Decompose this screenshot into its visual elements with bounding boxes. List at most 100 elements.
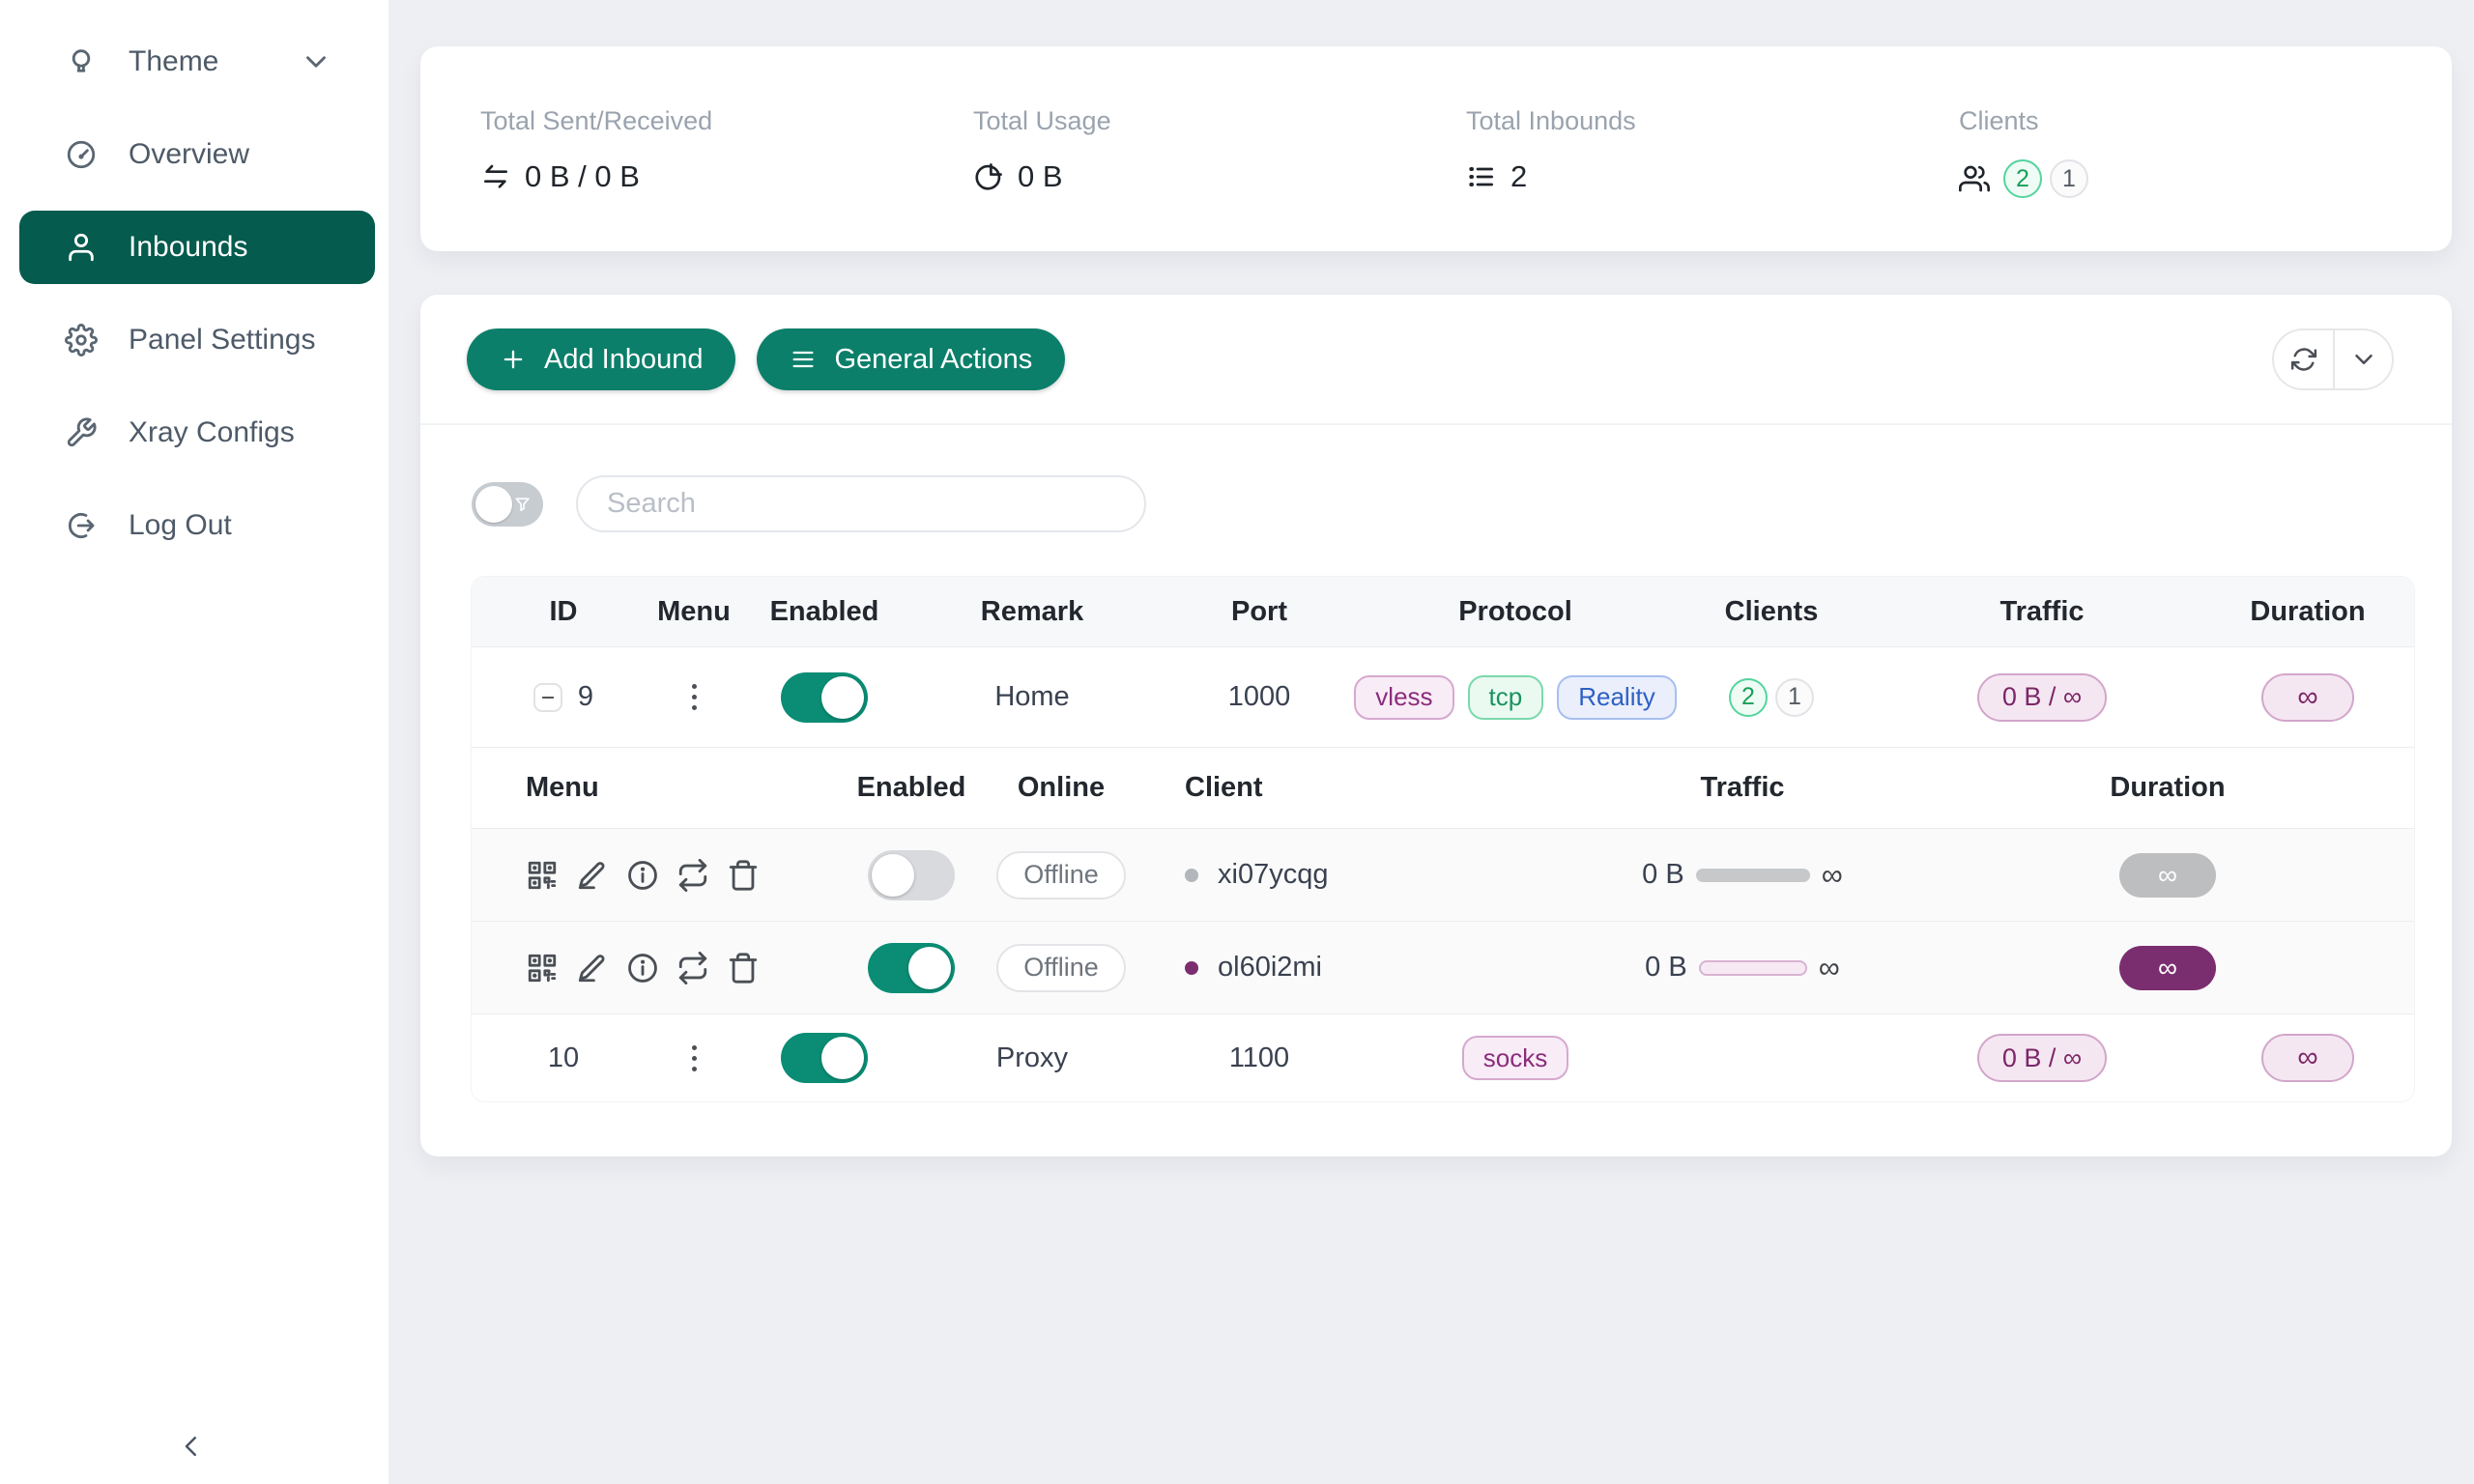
row-menu-button[interactable] — [686, 1040, 703, 1077]
collapse-row-button[interactable] — [533, 683, 562, 712]
sub-col-menu: Menu — [472, 772, 849, 804]
sidebar: Theme Overview Inbounds Panel Settings X… — [0, 0, 388, 1484]
client-enabled-toggle[interactable] — [868, 943, 955, 993]
info-icon[interactable] — [626, 859, 659, 892]
col-header-menu: Menu — [655, 596, 733, 628]
stats-card: Total Sent/Received 0 B / 0 B Total Usag… — [420, 46, 2452, 251]
stat-clients: Clients 2 1 — [1959, 46, 2452, 251]
reset-traffic-icon[interactable] — [676, 859, 709, 892]
col-header-id: ID — [472, 596, 655, 628]
sub-col-client: Client — [1148, 772, 1564, 804]
client-actions — [472, 952, 849, 985]
inbounds-table: ID Menu Enabled Remark Port Protocol Cli… — [472, 577, 2414, 1101]
sidebar-item-label: Theme — [129, 45, 218, 78]
general-actions-label: General Actions — [834, 344, 1032, 376]
filter-toggle[interactable] — [472, 482, 543, 527]
reset-traffic-icon[interactable] — [676, 952, 709, 985]
id-cell: 10 — [472, 1042, 655, 1074]
traffic-progress-bar — [1696, 869, 1810, 882]
col-header-remark: Remark — [916, 596, 1148, 628]
client-traffic-cell: 0 B ∞ — [1564, 858, 1921, 893]
transfer-arrows-icon — [480, 161, 511, 192]
protocol-tag: socks — [1462, 1036, 1568, 1080]
enabled-toggle[interactable] — [781, 672, 868, 723]
client-enabled-toggle[interactable] — [868, 850, 955, 900]
protocol-cell: vless tcp Reality — [1370, 675, 1660, 720]
main-content: Total Sent/Received 0 B / 0 B Total Usag… — [388, 0, 2474, 1484]
col-header-enabled: Enabled — [733, 596, 916, 628]
table-row: 10 Proxy 1100 socks 0 B / ∞ ∞ — [472, 1013, 2414, 1101]
protocol-tag: vless — [1354, 675, 1453, 720]
chevron-down-icon — [300, 45, 332, 78]
clients-offline-badge: 1 — [1775, 678, 1814, 717]
traffic-used: 0 B — [1645, 952, 1687, 984]
qr-code-icon[interactable] — [526, 952, 559, 985]
refresh-options-button[interactable] — [2333, 330, 2392, 388]
pie-chart-icon — [973, 161, 1004, 192]
refresh-icon — [2289, 345, 2318, 374]
clients-online-badge: 2 — [2003, 159, 2042, 198]
traffic-pill: 0 B / ∞ — [1977, 673, 2107, 722]
row-menu-button[interactable] — [686, 678, 703, 716]
sub-col-traffic: Traffic — [1564, 772, 1921, 804]
edit-icon[interactable] — [576, 952, 609, 985]
online-status-badge: Offline — [996, 944, 1126, 992]
menu-icon — [790, 346, 817, 373]
funnel-icon — [513, 495, 532, 514]
delete-icon[interactable] — [727, 952, 760, 985]
stat-label: Total Inbounds — [1466, 106, 1959, 136]
client-status-dot — [1185, 961, 1198, 975]
traffic-used: 0 B — [1642, 859, 1684, 891]
sidebar-item-label: Inbounds — [129, 231, 247, 264]
col-header-protocol: Protocol — [1370, 596, 1660, 628]
logout-icon — [65, 509, 98, 542]
add-inbound-label: Add Inbound — [544, 344, 703, 376]
traffic-limit: ∞ — [1819, 951, 1840, 985]
protocol-tag: Reality — [1557, 675, 1676, 720]
client-traffic-cell: 0 B ∞ — [1564, 951, 1921, 985]
toolbar: Add Inbound General Actions — [420, 295, 2452, 425]
sidebar-item-inbounds[interactable]: Inbounds — [19, 211, 375, 284]
col-header-port: Port — [1148, 596, 1370, 628]
protocol-cell: socks — [1370, 1036, 1660, 1080]
sidebar-item-log-out[interactable]: Log Out — [19, 489, 375, 562]
sidebar-item-xray-configs[interactable]: Xray Configs — [19, 396, 375, 470]
gear-icon — [65, 324, 98, 357]
sub-col-duration: Duration — [1921, 772, 2414, 804]
sidebar-item-overview[interactable]: Overview — [19, 118, 375, 191]
gauge-icon — [65, 138, 98, 171]
sidebar-item-label: Xray Configs — [129, 416, 295, 449]
inbound-id: 10 — [548, 1042, 579, 1074]
remark-cell: Proxy — [916, 1042, 1148, 1074]
qr-code-icon[interactable] — [526, 859, 559, 892]
chevron-down-icon — [2349, 345, 2378, 374]
stat-label: Total Usage — [973, 106, 1466, 136]
sidebar-item-panel-settings[interactable]: Panel Settings — [19, 303, 375, 377]
traffic-limit: ∞ — [1822, 858, 1843, 893]
clients-cell: 2 1 — [1660, 678, 1883, 717]
enabled-toggle[interactable] — [781, 1033, 868, 1083]
edit-icon[interactable] — [576, 859, 609, 892]
sidebar-item-theme[interactable]: Theme — [19, 25, 375, 99]
clients-offline-badge: 1 — [2050, 159, 2088, 198]
sidebar-collapse-icon[interactable] — [177, 1432, 206, 1461]
delete-icon[interactable] — [727, 859, 760, 892]
protocol-tag: tcp — [1468, 675, 1544, 720]
general-actions-button[interactable]: General Actions — [757, 328, 1065, 390]
sidebar-item-label: Overview — [129, 138, 249, 171]
id-cell: 9 — [472, 681, 655, 713]
search-input[interactable] — [576, 475, 1146, 532]
sub-col-enabled: Enabled — [849, 772, 974, 804]
clients-online-badge: 2 — [1729, 678, 1768, 717]
stat-total-inbounds: Total Inbounds 2 — [1466, 46, 1959, 251]
col-header-traffic: Traffic — [1883, 596, 2201, 628]
col-header-duration: Duration — [2201, 596, 2414, 628]
inbound-id: 9 — [578, 681, 593, 713]
traffic-pill: 0 B / ∞ — [1977, 1034, 2107, 1082]
sidebar-item-label: Panel Settings — [129, 324, 315, 357]
client-name: xi07ycqg — [1218, 859, 1328, 891]
refresh-button[interactable] — [2274, 330, 2333, 388]
add-inbound-button[interactable]: Add Inbound — [467, 328, 735, 390]
toggle-knob — [475, 486, 512, 523]
info-icon[interactable] — [626, 952, 659, 985]
